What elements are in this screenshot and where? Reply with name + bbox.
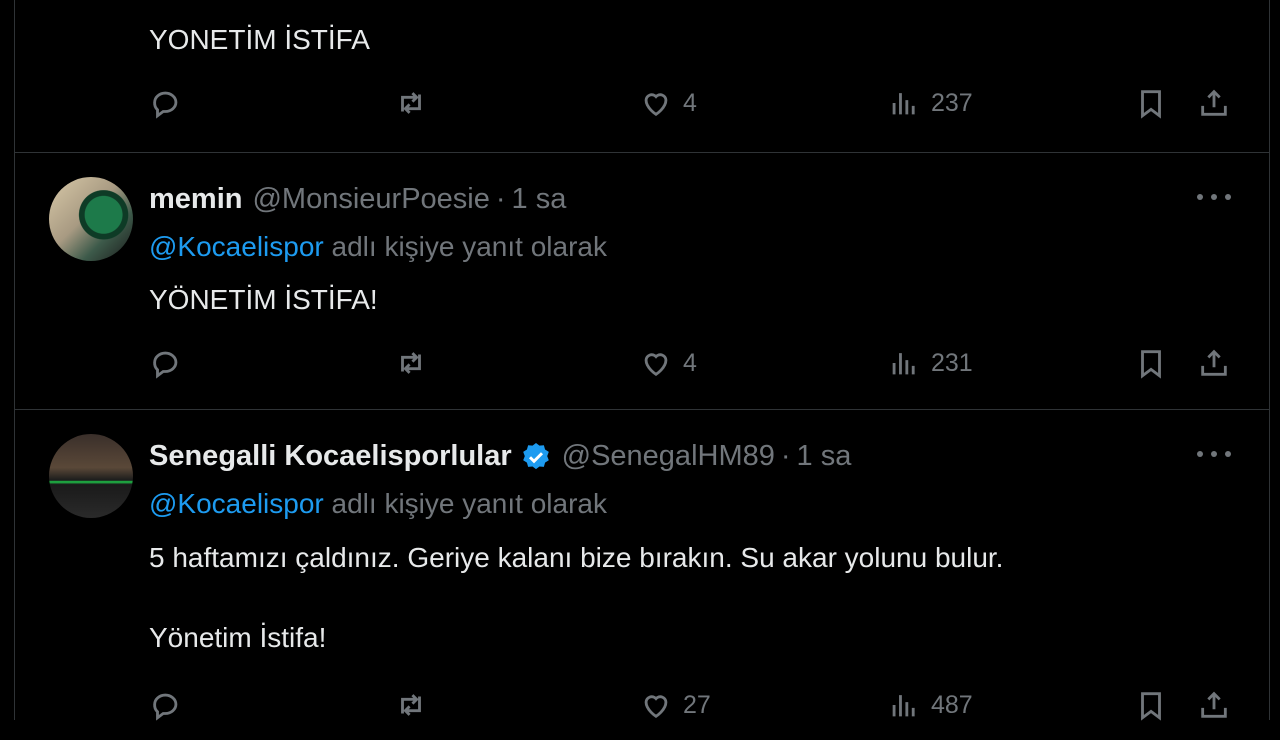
retweet-icon <box>401 694 421 716</box>
retweet-button[interactable] <box>394 685 428 725</box>
timeline: YONETİM İSTİFA 4 237 memin @MonsieurPoes… <box>14 0 1270 721</box>
view-count: 487 <box>931 690 973 719</box>
reply-button[interactable] <box>149 83 183 123</box>
share-button[interactable] <box>1197 83 1231 123</box>
reply-context: @Kocaelispor adlı kişiye yanıt olarak <box>149 488 607 520</box>
like-button[interactable]: 27 <box>639 685 711 725</box>
share-icon <box>1201 349 1227 376</box>
display-name[interactable]: memin <box>149 183 242 216</box>
bookmark-icon <box>1141 692 1161 721</box>
bookmark-button[interactable] <box>1134 685 1168 725</box>
like-count: 4 <box>683 348 697 377</box>
user-handle[interactable]: @SenegalHM89 <box>562 440 775 473</box>
more-icon[interactable] <box>1197 187 1231 207</box>
display-name[interactable]: Senegalli Kocaelisporlular <box>149 440 512 473</box>
reply-mention-link[interactable]: @Kocaelispor <box>149 231 324 262</box>
tweet-actions: 4 231 <box>149 343 1249 383</box>
timestamp[interactable]: 1 sa <box>512 183 567 216</box>
tweet[interactable]: YONETİM İSTİFA 4 237 <box>15 0 1269 153</box>
retweet-icon <box>401 352 421 374</box>
heart-icon <box>644 695 668 719</box>
verified-badge-icon <box>522 442 549 469</box>
retweet-icon <box>401 92 421 114</box>
share-icon <box>1201 89 1227 116</box>
retweet-button[interactable] <box>394 83 428 123</box>
reply-icon <box>153 91 178 119</box>
views-button[interactable]: 231 <box>887 343 973 383</box>
bookmark-button[interactable] <box>1134 343 1168 383</box>
reply-context-text: adlı kişiye yanıt olarak <box>331 231 607 262</box>
reply-button[interactable] <box>149 343 183 383</box>
tweet-text: YONETİM İSTİFA <box>149 24 370 55</box>
separator: · <box>780 440 791 472</box>
like-count: 4 <box>683 88 697 117</box>
avatar[interactable] <box>49 177 133 261</box>
bookmark-icon <box>1141 90 1161 119</box>
bookmark-button[interactable] <box>1134 83 1168 123</box>
timestamp[interactable]: 1 sa <box>797 440 852 473</box>
share-button[interactable] <box>1197 343 1231 383</box>
bookmark-icon <box>1141 350 1161 379</box>
separator: · <box>495 183 506 215</box>
share-button[interactable] <box>1197 685 1231 725</box>
views-button[interactable]: 487 <box>887 685 973 725</box>
views-button[interactable]: 237 <box>887 83 973 123</box>
tweet-text: YÖNETİM İSTİFA! <box>149 284 378 315</box>
analytics-icon <box>892 93 915 115</box>
tweet-header: Senegalli Kocaelisporlular @SenegalHM89 … <box>149 440 851 473</box>
heart-icon <box>644 93 668 117</box>
view-count: 237 <box>931 88 973 117</box>
view-count: 231 <box>931 348 973 377</box>
retweet-button[interactable] <box>394 343 428 383</box>
reply-mention-link[interactable]: @Kocaelispor <box>149 488 324 519</box>
tweet[interactable]: memin @MonsieurPoesie · 1 sa @Kocaelispo… <box>15 153 1269 410</box>
share-icon <box>1201 691 1227 718</box>
reply-icon <box>153 351 178 379</box>
like-button[interactable]: 4 <box>639 343 697 383</box>
analytics-icon <box>892 695 915 717</box>
reply-button[interactable] <box>149 685 183 725</box>
tweet-actions: 4 237 <box>149 83 1249 123</box>
analytics-icon <box>892 353 915 375</box>
reply-icon <box>153 693 178 721</box>
tweet[interactable]: Senegalli Kocaelisporlular @SenegalHM89 … <box>15 410 1269 740</box>
reply-context-text: adlı kişiye yanıt olarak <box>331 488 607 519</box>
like-button[interactable]: 4 <box>639 83 697 123</box>
tweet-actions: 27 487 <box>149 685 1249 725</box>
tweet-header: memin @MonsieurPoesie · 1 sa <box>149 183 566 216</box>
tweet-text: 5 haftamızı çaldınız. Geriye kalanı bize… <box>149 542 1004 653</box>
heart-icon <box>644 353 668 377</box>
reply-context: @Kocaelispor adlı kişiye yanıt olarak <box>149 231 607 263</box>
more-icon[interactable] <box>1197 444 1231 464</box>
like-count: 27 <box>683 690 711 719</box>
user-handle[interactable]: @MonsieurPoesie <box>252 183 489 216</box>
avatar[interactable] <box>49 434 133 518</box>
